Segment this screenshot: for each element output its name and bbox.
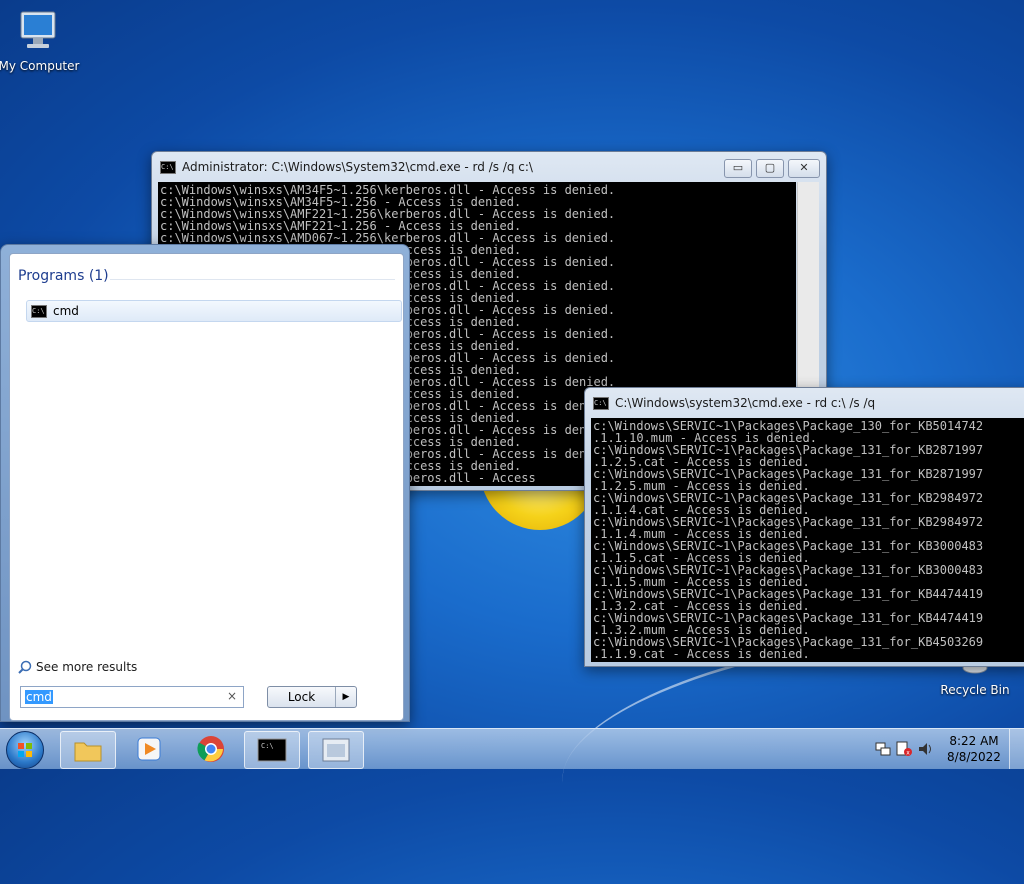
taskbar-media-player-button[interactable] <box>122 731 176 767</box>
system-tray: x 8:22 AM 8/8/2022 <box>873 729 1024 769</box>
lock-label: Lock <box>287 690 316 704</box>
media-player-icon <box>137 737 161 761</box>
window-title: Administrator: C:\Windows\System32\cmd.e… <box>182 160 533 174</box>
start-button[interactable] <box>6 731 44 769</box>
minimize-button[interactable]: ▭ <box>724 159 752 178</box>
cmd-window-system32[interactable]: C:\ C:\Windows\system32\cmd.exe - rd c:\… <box>584 387 1024 667</box>
start-menu: Programs (1) C:\ cmd See more results <box>0 244 410 722</box>
divider <box>110 279 395 280</box>
lock-button[interactable]: Lock ▶ <box>267 686 357 708</box>
taskbar: C:\ x 8:22 AM 8/8/2022 <box>0 728 1024 769</box>
show-desktop-button[interactable] <box>1009 729 1024 769</box>
console-output[interactable]: c:\Windows\SERVIC~1\Packages\Package_130… <box>591 418 1024 662</box>
search-icon <box>18 660 32 674</box>
action-center-icon[interactable]: x <box>893 739 915 759</box>
start-menu-results: Programs (1) C:\ cmd See more results <box>9 253 404 721</box>
taskbar-cmd-button[interactable]: C:\ <box>244 731 300 769</box>
window-title: C:\Windows\system32\cmd.exe - rd c:\ /s … <box>615 396 876 410</box>
taskbar-window-button[interactable] <box>308 731 364 769</box>
recycle-bin-label: Recycle Bin <box>940 683 1010 697</box>
network-icon[interactable] <box>873 739 893 759</box>
windows-logo-icon <box>18 743 32 757</box>
cmd-icon: C:\ <box>593 396 609 410</box>
shutdown-options-arrow-icon[interactable]: ▶ <box>335 687 356 707</box>
search-value: cmd <box>25 690 53 704</box>
see-more-label: See more results <box>36 660 138 674</box>
clock-time: 8:22 AM <box>949 734 999 748</box>
clock-date: 8/8/2022 <box>947 750 1001 764</box>
close-button[interactable]: ✕ <box>788 159 820 178</box>
volume-icon[interactable] <box>915 739 939 759</box>
computer-icon <box>20 11 56 48</box>
cmd-icon: C:\ <box>160 160 176 174</box>
see-more-results-link[interactable]: See more results <box>18 660 137 674</box>
clear-search-icon[interactable]: × <box>227 689 237 703</box>
result-cmd[interactable]: C:\ cmd <box>26 300 402 322</box>
console-line: .1.1.9.cat - Access is denied. <box>593 647 810 661</box>
cmd-icon: C:\ <box>31 304 47 318</box>
my-computer-icon[interactable]: My Computer <box>0 8 84 73</box>
svg-text:x: x <box>906 750 910 757</box>
window-icon <box>322 738 350 762</box>
folder-icon <box>74 742 102 762</box>
recycle-bin-icon[interactable]: Recycle Bin <box>930 662 1020 697</box>
cmd-icon: C:\ <box>257 738 287 762</box>
titlebar[interactable]: C:\ C:\Windows\system32\cmd.exe - rd c:\… <box>585 388 1024 418</box>
taskbar-explorer-button[interactable] <box>60 731 116 769</box>
clock[interactable]: 8:22 AM 8/8/2022 <box>939 733 1009 765</box>
taskbar-chrome-button[interactable] <box>184 731 238 767</box>
my-computer-label: My Computer <box>0 59 80 73</box>
svg-text:C:\: C:\ <box>261 742 274 750</box>
maximize-button[interactable]: ▢ <box>756 159 784 178</box>
result-label: cmd <box>53 304 79 318</box>
programs-header: Programs (1) <box>18 268 109 284</box>
chrome-icon <box>197 736 224 762</box>
search-input[interactable]: cmd × <box>20 686 244 708</box>
